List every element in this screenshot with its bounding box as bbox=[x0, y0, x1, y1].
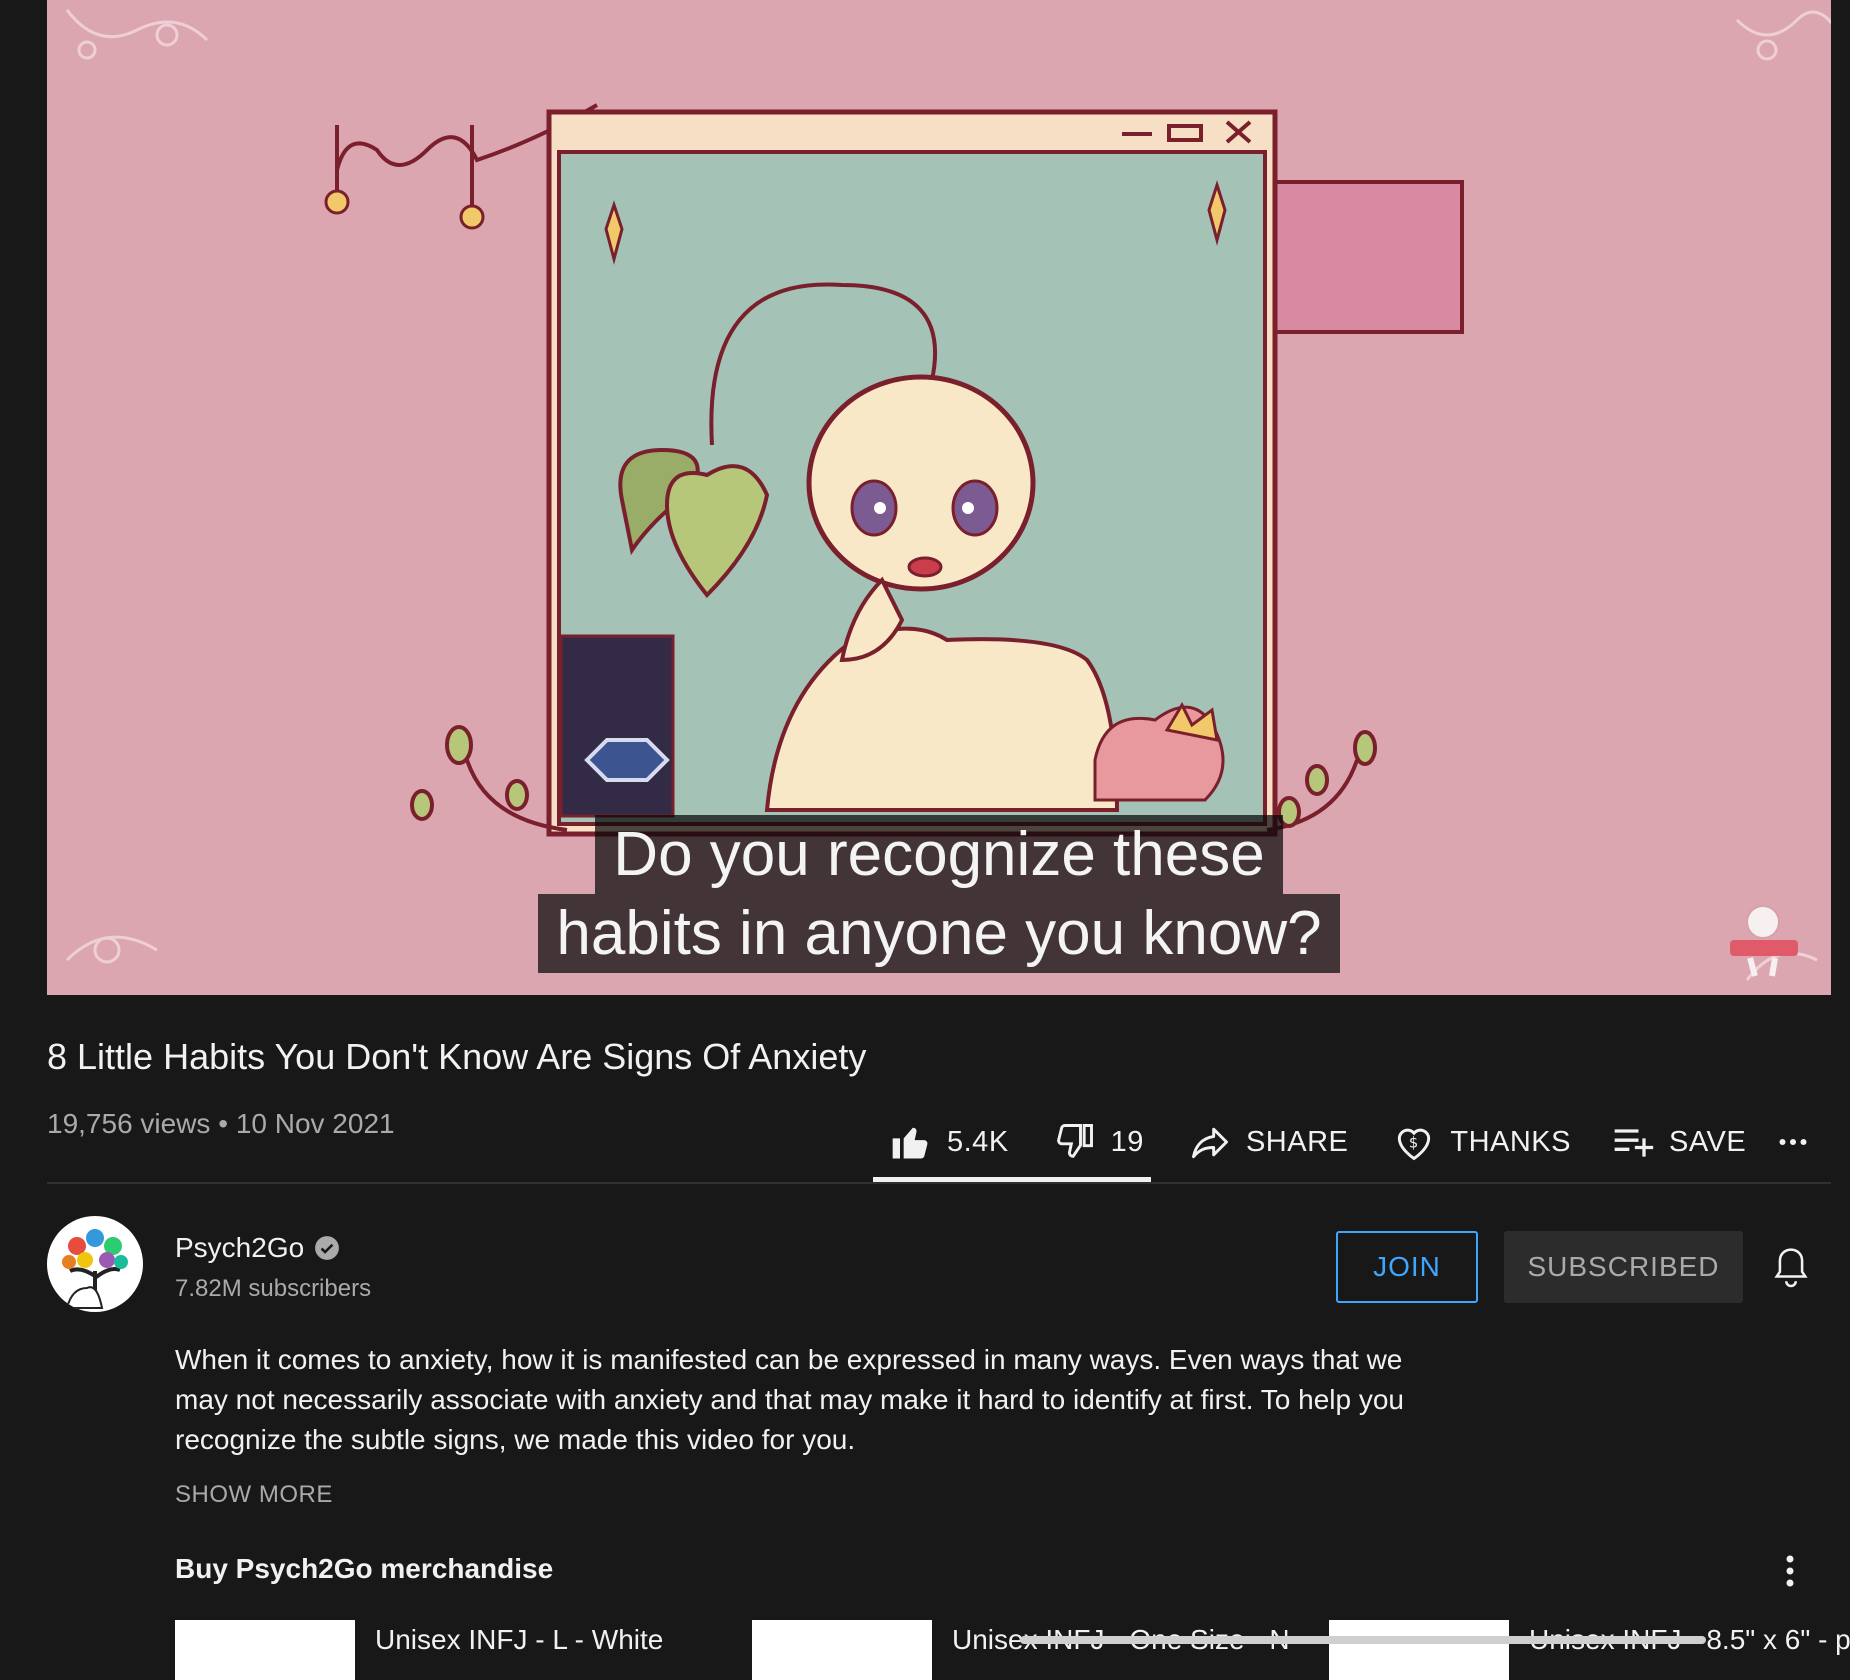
merch-thumbnail bbox=[752, 1620, 932, 1680]
share-icon bbox=[1191, 1127, 1228, 1159]
more-horizontal-icon bbox=[1779, 1139, 1807, 1145]
svg-text:$: $ bbox=[1409, 1135, 1419, 1152]
video-player[interactable]: Do you recognize these habits in anyone … bbox=[47, 0, 1831, 995]
view-count: 19,756 views bbox=[47, 1108, 211, 1139]
caption-line-1: Do you recognize these bbox=[595, 815, 1283, 894]
caption-line-2: habits in anyone you know? bbox=[538, 894, 1340, 973]
dislike-button[interactable]: 19 bbox=[1053, 1112, 1144, 1172]
merch-item-label: Unisex INFJ - One Size - N bbox=[952, 1624, 1290, 1655]
share-label: SHARE bbox=[1245, 1125, 1349, 1158]
merch-item[interactable]: Unisex INFJ - 8.5" x 6" - p bbox=[1329, 1620, 1850, 1680]
merch-thumbnail bbox=[1329, 1620, 1509, 1680]
merch-item-label: Unisex INFJ - L - White bbox=[375, 1624, 664, 1655]
verified-check-icon bbox=[315, 1236, 340, 1260]
merch-thumbnail bbox=[175, 1620, 355, 1680]
horizontal-scrollbar[interactable] bbox=[1020, 1636, 1706, 1644]
save-button[interactable]: SAVE bbox=[1611, 1112, 1746, 1172]
thumbs-up-icon bbox=[892, 1127, 928, 1159]
video-description: When it comes to anxiety, how it is mani… bbox=[175, 1344, 1404, 1455]
merch-shelf-title: Buy Psych2Go merchandise bbox=[175, 1553, 554, 1584]
join-button[interactable]: JOIN bbox=[1336, 1231, 1478, 1303]
upload-date: 10 Nov 2021 bbox=[235, 1108, 395, 1139]
thumbs-down-icon bbox=[1056, 1124, 1093, 1158]
video-title: 8 Little Habits You Don't Know Are Signs… bbox=[47, 1036, 867, 1077]
meta-separator: • bbox=[218, 1108, 229, 1139]
video-meta: 19,756 views • 10 Nov 2021 bbox=[47, 1108, 395, 1140]
subscribe-promo-icon[interactable] bbox=[1725, 890, 1805, 980]
section-divider bbox=[47, 1182, 1831, 1184]
more-vertical-icon[interactable] bbox=[1780, 1553, 1800, 1589]
closed-captions: Do you recognize these habits in anyone … bbox=[47, 815, 1831, 973]
show-more-button[interactable]: SHOW MORE bbox=[175, 1481, 333, 1509]
playlist-add-icon bbox=[1614, 1129, 1654, 1157]
merch-item[interactable]: Unisex INFJ - L - White bbox=[175, 1620, 735, 1680]
save-label: SAVE bbox=[1669, 1125, 1747, 1158]
subscriber-count: 7.82M subscribers bbox=[175, 1275, 372, 1302]
notification-bell-icon[interactable] bbox=[1772, 1244, 1810, 1290]
super-thanks-heart-icon: $ bbox=[1398, 1128, 1431, 1161]
more-actions-button[interactable] bbox=[1775, 1112, 1811, 1172]
channel-name[interactable]: Psych2Go bbox=[175, 1232, 304, 1264]
merch-item-label: Unisex INFJ - 8.5" x 6" - p bbox=[1529, 1624, 1850, 1655]
video-actions-bar: 5.4K 19 SHARE $ THANKS SAVE bbox=[873, 1100, 1831, 1184]
share-button[interactable]: SHARE bbox=[1188, 1112, 1348, 1172]
channel-avatar[interactable] bbox=[47, 1216, 143, 1312]
subscribed-button[interactable]: SUBSCRIBED bbox=[1504, 1231, 1743, 1303]
channel-name-row[interactable]: Psych2Go bbox=[175, 1232, 340, 1264]
dislike-count: 19 bbox=[1110, 1125, 1144, 1158]
merch-item[interactable]: Unisex INFJ - One Size - N bbox=[752, 1620, 1312, 1680]
channel-logo-icon bbox=[62, 1229, 128, 1309]
thanks-label: THANKS bbox=[1450, 1125, 1571, 1158]
thanks-button[interactable]: $ THANKS bbox=[1392, 1112, 1571, 1172]
like-button[interactable]: 5.4K bbox=[889, 1112, 1009, 1172]
like-count: 5.4K bbox=[947, 1125, 1009, 1158]
